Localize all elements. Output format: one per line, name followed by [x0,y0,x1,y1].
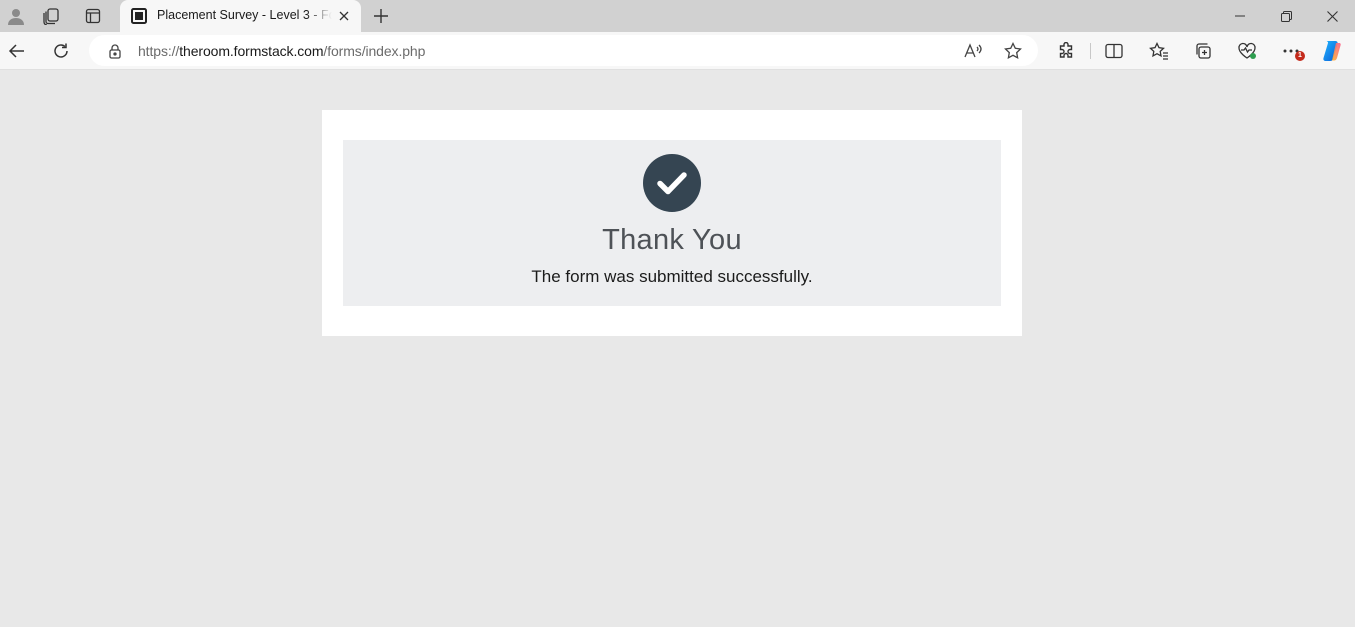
favorite-star-icon[interactable] [1002,40,1024,62]
active-tab[interactable]: Placement Survey - Level 3 - Formstack [120,0,361,32]
formstack-favicon-icon [131,8,147,24]
toolbar-separator [1090,43,1091,59]
browser-essentials-icon[interactable] [1233,37,1261,65]
tab-close-icon[interactable] [335,7,353,25]
confirmation-panel: Thank You The form was submitted success… [343,140,1001,306]
address-bar[interactable]: https://theroom.formstack.com/forms/inde… [89,35,1038,66]
tab-title: Placement Survey - Level 3 - Formstack [157,8,332,22]
new-tab-button[interactable] [368,3,394,29]
notification-badge: 1 [1295,51,1305,61]
url-domain: theroom.formstack.com [179,43,324,59]
read-aloud-icon[interactable] [962,40,984,62]
page-viewport: Thank You The form was submitted success… [0,70,1355,627]
collections-icon[interactable] [1189,37,1217,65]
checkmark-icon [643,154,701,212]
back-button[interactable] [3,37,31,65]
thank-you-heading: Thank You [602,224,742,256]
url-scheme: https:// [138,43,180,59]
profile-icon[interactable] [0,0,32,32]
form-card: Thank You The form was submitted success… [322,110,1022,336]
url-text[interactable]: https://theroom.formstack.com/forms/inde… [138,43,425,59]
url-path: /forms/index.php [323,43,426,59]
title-bar: Placement Survey - Level 3 - Formstack [0,0,1355,32]
refresh-button[interactable] [47,37,75,65]
favorites-icon[interactable] [1145,37,1173,65]
extensions-icon[interactable] [1052,37,1080,65]
copilot-icon[interactable] [1318,37,1346,65]
lock-icon[interactable] [107,43,123,59]
split-screen-icon[interactable] [1100,37,1128,65]
vertical-tabs-icon[interactable] [77,0,109,32]
browser-toolbar: https://theroom.formstack.com/forms/inde… [0,32,1355,70]
minimize-button[interactable] [1217,0,1263,32]
close-window-button[interactable] [1309,0,1355,32]
workspaces-icon[interactable] [35,0,67,32]
restore-button[interactable] [1263,0,1309,32]
success-message: The form was submitted successfully. [531,267,813,286]
